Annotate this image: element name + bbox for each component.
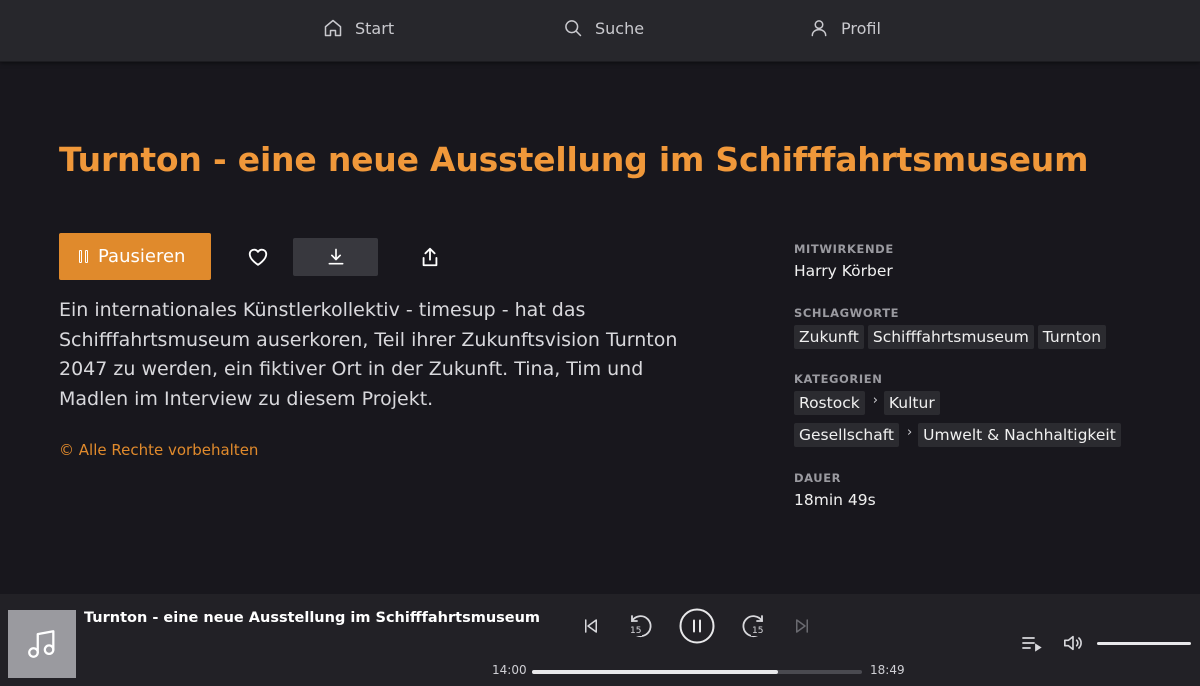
pause-button[interactable]: Pausieren bbox=[59, 233, 211, 280]
pause-button-label: Pausieren bbox=[98, 246, 186, 267]
categories-section: Kategorien Rostock › Kultur Gesellschaft… bbox=[794, 372, 1174, 447]
category-chip[interactable]: Gesellschaft bbox=[794, 423, 899, 447]
contributors-value: Harry Körber bbox=[794, 262, 893, 280]
tags-label: Schlagworte bbox=[794, 306, 900, 320]
progress-bar[interactable] bbox=[532, 670, 862, 674]
category-chip[interactable]: Rostock bbox=[794, 391, 865, 415]
home-icon bbox=[324, 19, 342, 37]
previous-button[interactable] bbox=[582, 617, 600, 635]
category-path: Gesellschaft › Umwelt & Nachhaltigkeit bbox=[794, 423, 1174, 447]
heart-icon bbox=[248, 248, 268, 266]
user-icon bbox=[811, 20, 827, 37]
episode-meta: Mitwirkende Harry Körber Schlagworte Zuk… bbox=[794, 242, 1174, 509]
tag-list: Zukunft Schifffahrtsmuseum Turnton bbox=[794, 325, 1174, 349]
tag-chip[interactable]: Schifffahrtsmuseum bbox=[867, 325, 1034, 349]
page-title: Turnton - eine neue Ausstellung im Schif… bbox=[59, 140, 1089, 179]
download-icon bbox=[328, 248, 343, 265]
category-chip[interactable]: Kultur bbox=[883, 391, 940, 415]
volume-button[interactable] bbox=[1062, 633, 1084, 653]
nav-profile[interactable]: Profil bbox=[809, 16, 881, 40]
nav-search[interactable]: Suche bbox=[563, 16, 644, 40]
duration-label: Dauer bbox=[794, 471, 842, 485]
volume-icon bbox=[1064, 635, 1082, 651]
total-time: 18:49 bbox=[870, 663, 905, 677]
chevron-right-icon: › bbox=[906, 424, 913, 440]
pause-circle-icon bbox=[679, 608, 715, 644]
player-bar: Turnton - eine neue Ausstellung im Schif… bbox=[0, 594, 1200, 686]
tag-chip[interactable]: Turnton bbox=[1037, 325, 1107, 349]
nav-profile-label: Profil bbox=[841, 18, 881, 38]
music-note-icon bbox=[28, 630, 55, 658]
favorite-button[interactable] bbox=[247, 246, 269, 268]
progress-fill bbox=[532, 670, 778, 674]
forward-seconds: 15 bbox=[751, 626, 765, 636]
skip-previous-icon bbox=[585, 619, 597, 633]
duration-section: Dauer 18min 49s bbox=[794, 471, 1174, 509]
cover-art bbox=[8, 610, 76, 678]
nav-start[interactable]: Start bbox=[323, 16, 394, 40]
contributors-section: Mitwirkende Harry Körber bbox=[794, 242, 1174, 280]
categories-label: Kategorien bbox=[794, 372, 883, 386]
volume-slider[interactable] bbox=[1097, 642, 1191, 645]
chevron-right-icon: › bbox=[872, 392, 878, 408]
rewind-button[interactable]: 15 bbox=[627, 614, 653, 640]
play-pause-button[interactable] bbox=[679, 608, 715, 644]
rewind-seconds: 15 bbox=[629, 626, 643, 636]
episode-actions: Pausieren bbox=[59, 233, 479, 280]
contributors-label: Mitwirkende bbox=[794, 242, 894, 256]
tag-chip[interactable]: Zukunft bbox=[794, 325, 864, 349]
nav-search-label: Suche bbox=[595, 18, 645, 38]
elapsed-time: 14:00 bbox=[492, 663, 527, 677]
duration-value: 18min 49s bbox=[794, 491, 876, 509]
player-title: Turnton - eine neue Ausstellung im Schif… bbox=[84, 610, 541, 626]
share-button[interactable] bbox=[419, 245, 441, 269]
category-path: Rostock › Kultur bbox=[794, 391, 1174, 415]
download-button[interactable] bbox=[293, 238, 378, 276]
share-icon bbox=[422, 247, 438, 267]
skip-next-icon bbox=[796, 619, 808, 633]
pause-icon bbox=[79, 250, 88, 263]
queue-button[interactable] bbox=[1021, 634, 1043, 652]
episode-description: Ein internationales Künstlerkollektiv - … bbox=[59, 299, 678, 410]
top-navigation: Start Suche Profil bbox=[0, 0, 1200, 62]
nav-start-label: Start bbox=[355, 18, 395, 38]
search-icon bbox=[565, 20, 582, 37]
rights-notice: © Alle Rechte vorbehalten bbox=[59, 441, 259, 459]
forward-button[interactable]: 15 bbox=[741, 614, 767, 640]
category-chip[interactable]: Umwelt & Nachhaltigkeit bbox=[918, 423, 1121, 447]
tags-section: Schlagworte Zukunft Schifffahrtsmuseum T… bbox=[794, 306, 1174, 349]
playlist-icon bbox=[1022, 637, 1042, 652]
next-button[interactable] bbox=[793, 617, 811, 635]
